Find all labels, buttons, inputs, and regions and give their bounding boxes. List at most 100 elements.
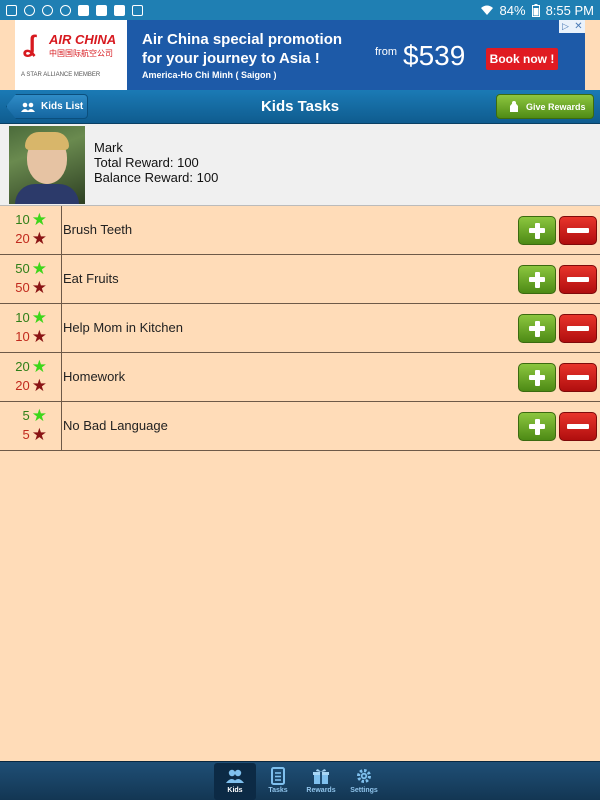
ad-headline: Air China special promotion for your jou…: [142, 30, 342, 68]
kids-list-label: Kids List: [41, 101, 84, 112]
add-points-button[interactable]: [518, 412, 556, 441]
briefcase-icon: [132, 4, 143, 16]
book-now-button[interactable]: Book now !: [486, 48, 558, 70]
nav-kids[interactable]: Kids: [214, 763, 256, 800]
lose-points: 50: [15, 280, 30, 295]
earn-points: 50: [15, 261, 30, 276]
red-star-icon: ★: [31, 327, 47, 346]
clock: 8:55 PM: [545, 2, 594, 18]
total-reward: Total Reward: 100: [94, 155, 199, 170]
task-points: 50 ★ 50 ★: [0, 255, 62, 303]
red-star-icon: ★: [31, 376, 47, 395]
plus-icon: [534, 222, 540, 239]
add-points-button[interactable]: [518, 314, 556, 343]
task-list: 10 ★ 20 ★ Brush Teeth 50 ★ 50 ★ Eat Fruits 1…: [0, 206, 600, 451]
red-star-icon: ★: [31, 229, 47, 248]
lose-points: 10: [15, 329, 30, 344]
ad-close-icon[interactable]: ✕: [572, 20, 585, 33]
task-name: Brush Teeth: [63, 222, 133, 237]
kid-card: Mark Total Reward: 100 Balance Reward: 1…: [0, 124, 600, 206]
minus-icon: [567, 424, 589, 429]
task-row: 5 ★ 5 ★ No Bad Language: [0, 402, 600, 451]
gift-icon: [313, 769, 329, 784]
lose-points: 5: [22, 427, 30, 442]
deduct-points-button[interactable]: [559, 412, 597, 441]
nav-rewards-label: Rewards: [306, 787, 336, 794]
task-row: 50 ★ 50 ★ Eat Fruits: [0, 255, 600, 304]
deduct-points-button[interactable]: [559, 363, 597, 392]
red-star-icon: ★: [31, 278, 47, 297]
deduct-points-button[interactable]: [559, 265, 597, 294]
status-bar: 84% 8:55 PM: [0, 0, 600, 20]
earn-points: 20: [15, 359, 30, 374]
kids-icon: [226, 769, 244, 783]
ad-price: $539: [403, 40, 466, 71]
red-star-icon: ★: [31, 425, 47, 444]
earn-points: 5: [22, 408, 30, 423]
task-name: Eat Fruits: [63, 271, 119, 286]
sync-icon: [60, 4, 71, 16]
earn-points: 10: [15, 310, 30, 325]
task-points: 5 ★ 5 ★: [0, 402, 62, 450]
ad-banner[interactable]: ʆ AIR CHINA 中国国际航空公司 A STAR ALLIANCE MEM…: [15, 20, 585, 90]
task-row: 10 ★ 10 ★ Help Mom in Kitchen: [0, 304, 600, 353]
ad-brand: AIR CHINA: [49, 32, 117, 47]
add-points-button[interactable]: [518, 265, 556, 294]
air-china-logo: ʆ AIR CHINA 中国国际航空公司 A STAR ALLIANCE MEM…: [15, 20, 127, 90]
phoenix-icon: ʆ: [23, 31, 36, 58]
youtube-icon: [96, 4, 107, 16]
ad-headline-line-1: Air China special promotion: [142, 31, 343, 48]
lose-points: 20: [15, 378, 30, 393]
battery-icon: [531, 3, 540, 17]
ad-from: from: [375, 46, 397, 58]
green-star-icon: ★: [31, 210, 47, 229]
chrome-icon: [24, 4, 35, 16]
deduct-points-button[interactable]: [559, 314, 597, 343]
minus-icon: [567, 277, 589, 282]
ad-brand-cn: 中国国际航空公司: [49, 49, 113, 58]
nav-kids-label: Kids: [227, 787, 243, 794]
plus-icon: [534, 418, 540, 435]
battery-percent: 84%: [499, 2, 526, 18]
reward-icon: [510, 101, 518, 112]
minus-icon: [567, 326, 589, 331]
task-points: 20 ★ 20 ★: [0, 353, 62, 401]
bottom-nav: Kids Tasks Rewards Settings: [0, 761, 600, 800]
youtube-icon: [114, 4, 125, 16]
green-star-icon: ★: [31, 259, 47, 278]
ad-headline-line-2: for your journey to Asia !: [142, 50, 320, 67]
task-row: 20 ★ 20 ★ Homework: [0, 353, 600, 402]
youtube-icon: [78, 4, 89, 16]
earn-points: 10: [15, 212, 30, 227]
ad-route: America-Ho Chi Minh ( Saigon ): [142, 70, 277, 80]
minus-icon: [567, 375, 589, 380]
kids-icon: [21, 102, 35, 112]
header-bar: Kids Tasks Kids List Give Rewards: [0, 90, 600, 124]
deduct-points-button[interactable]: [559, 216, 597, 245]
plus-icon: [534, 271, 540, 288]
green-star-icon: ★: [31, 308, 47, 327]
task-name: No Bad Language: [63, 418, 168, 433]
image-icon: [6, 4, 17, 16]
kids-list-back-button[interactable]: Kids List: [6, 94, 88, 119]
wifi-icon: [480, 5, 493, 15]
green-star-icon: ★: [31, 357, 47, 376]
add-points-button[interactable]: [518, 216, 556, 245]
nav-rewards[interactable]: Rewards: [300, 763, 342, 800]
plus-icon: [534, 320, 540, 337]
notification-icons: [6, 4, 143, 16]
chrome-icon: [42, 4, 53, 16]
plus-icon: [534, 369, 540, 386]
tasks-icon: [271, 767, 285, 785]
balance-reward: Balance Reward: 100: [94, 170, 219, 185]
task-name: Help Mom in Kitchen: [63, 320, 183, 335]
lose-points: 20: [15, 231, 30, 246]
nav-settings[interactable]: Settings: [343, 763, 385, 800]
add-points-button[interactable]: [518, 363, 556, 392]
nav-tasks[interactable]: Tasks: [257, 763, 299, 800]
give-rewards-label: Give Rewards: [526, 101, 586, 112]
kid-name: Mark: [94, 140, 123, 155]
ad-info-icon[interactable]: ▷: [559, 20, 572, 33]
task-name: Homework: [63, 369, 126, 384]
give-rewards-button[interactable]: Give Rewards: [496, 94, 594, 119]
